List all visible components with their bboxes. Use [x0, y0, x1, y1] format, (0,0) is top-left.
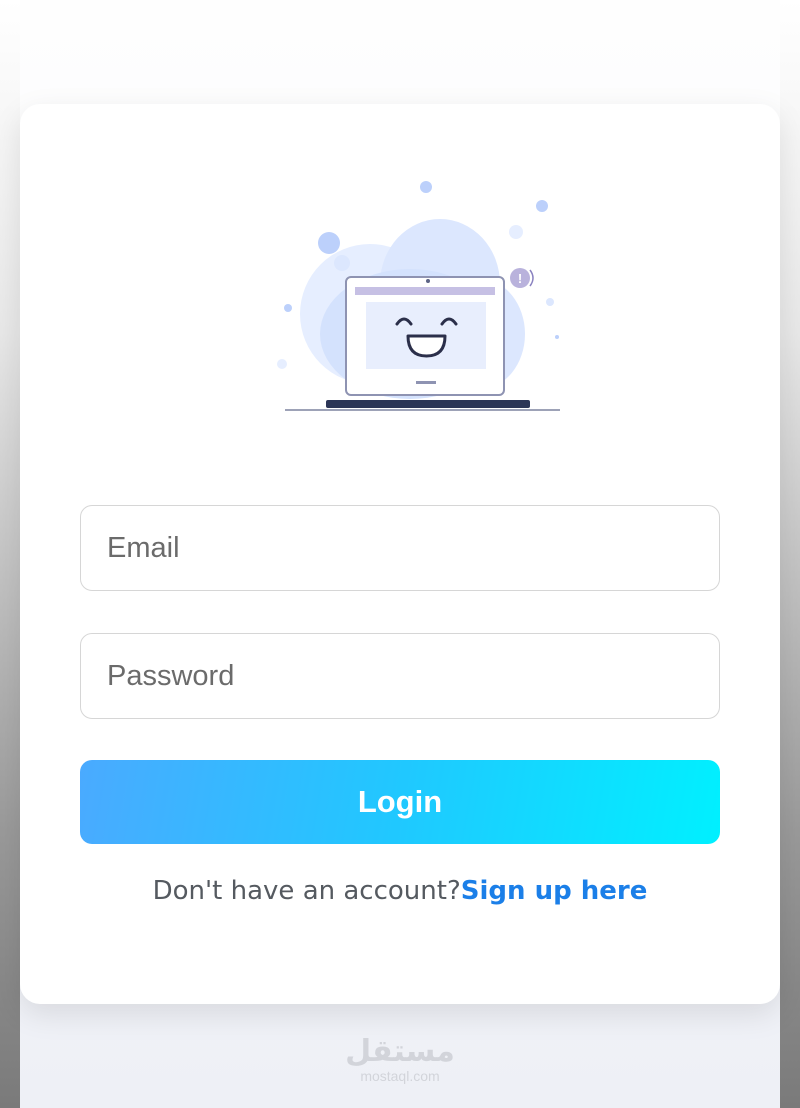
email-input[interactable]	[80, 505, 720, 591]
watermark-arabic-text: مستقل	[345, 1034, 455, 1069]
signup-link[interactable]: Sign up here	[461, 876, 648, 906]
login-card: ! Login Don't have an account?Sign up he…	[20, 104, 780, 1004]
signup-prompt-row: Don't have an account?Sign up here	[20, 876, 780, 906]
watermark-latin-text: mostaql.com	[360, 1068, 440, 1084]
happy-laptop-icon: !	[260, 174, 570, 424]
window-edge-left	[0, 0, 20, 1108]
signup-prompt-text: Don't have an account?	[152, 876, 461, 906]
mostaql-watermark-logo: مستقل mostaql.com	[340, 1034, 460, 1085]
svg-text:!: !	[518, 271, 522, 286]
login-button[interactable]: Login	[80, 760, 720, 844]
window-edge-right	[780, 0, 800, 1108]
password-input[interactable]	[80, 633, 720, 719]
